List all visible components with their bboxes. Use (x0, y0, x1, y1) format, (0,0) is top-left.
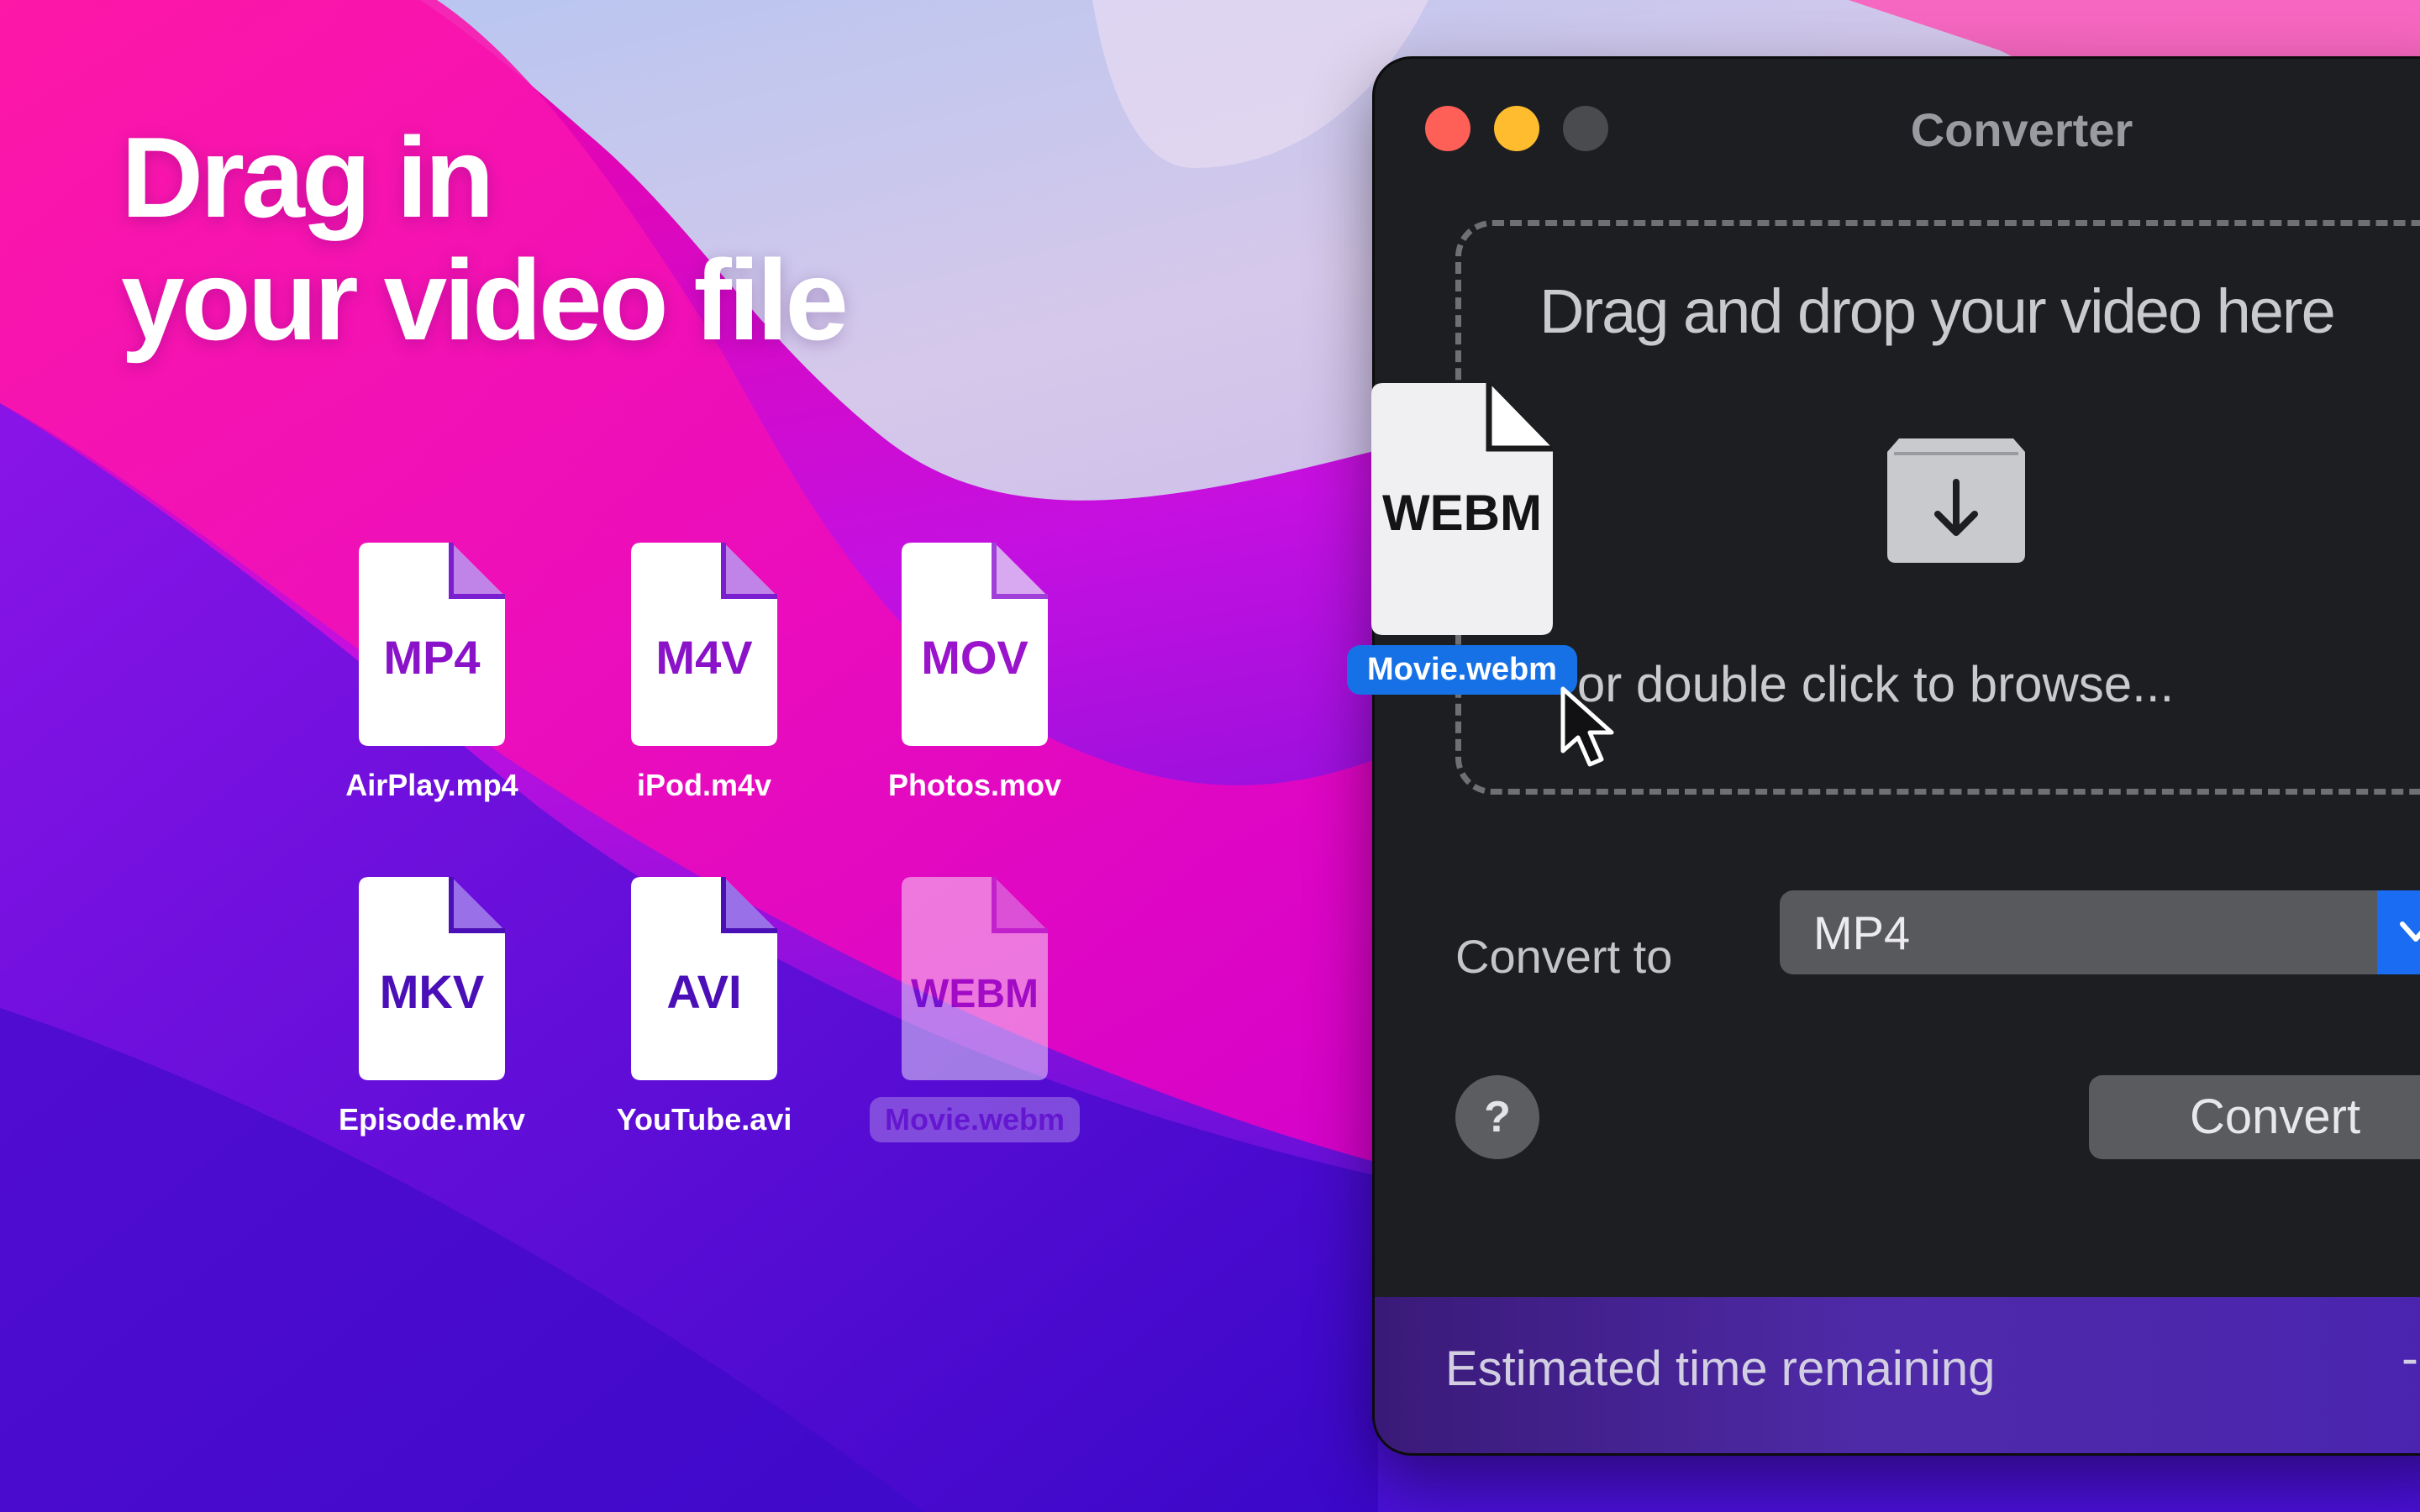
document-icon: AVI (631, 877, 777, 1080)
file-extension: MOV (921, 631, 1028, 684)
document-icon: WEBM (1371, 383, 1553, 635)
tray-download-icon (1887, 438, 2025, 567)
help-button[interactable]: ? (1455, 1075, 1539, 1159)
convert-button[interactable]: Convert (2089, 1075, 2420, 1159)
status-bar: Estimated time remaining - (1375, 1297, 2420, 1453)
file-name: Photos.mov (887, 768, 1061, 802)
drop-zone-title: Drag and drop your video here (1539, 276, 2336, 346)
dragging-file[interactable]: WEBM Movie.webm (1336, 383, 1588, 695)
select-arrow[interactable] (2377, 890, 2420, 974)
drop-zone-subtitle: or double click to browse... (1576, 656, 2175, 712)
status-value: - (2402, 1330, 2418, 1386)
chevron-down-icon (2400, 921, 2420, 942)
file-name: YouTube.avi (616, 1102, 792, 1137)
desktop-file-airplay[interactable]: MP4 AirPlay.mp4 (289, 543, 575, 808)
desktop-file-episode[interactable]: MKV Episode.mkv (289, 877, 575, 1142)
file-extension: WEBM (911, 972, 1039, 1016)
file-extension: MKV (379, 965, 485, 1018)
headline-line-1: Drag in (121, 113, 494, 241)
minimize-button[interactable] (1494, 106, 1539, 151)
close-button[interactable] (1425, 106, 1470, 151)
desktop-file-youtube[interactable]: AVI YouTube.avi (561, 877, 847, 1142)
document-icon: MKV (359, 877, 505, 1080)
desktop-file-ipod[interactable]: M4V iPod.m4v (561, 543, 847, 808)
format-select[interactable]: MP4 (1780, 890, 2420, 974)
document-icon: M4V (631, 543, 777, 746)
document-icon: MP4 (359, 543, 505, 746)
status-label: Estimated time remaining (1445, 1341, 1996, 1396)
headline: Drag in your video file (121, 113, 849, 364)
desktop-file-photos[interactable]: MOV Photos.mov (832, 543, 1118, 808)
dragging-file-name: Movie.webm (1347, 645, 1577, 695)
cursor-arrow-icon (1560, 686, 1614, 767)
file-name: AirPlay.mp4 (345, 768, 518, 802)
file-name: iPod.m4v (636, 768, 772, 802)
format-select-value: MP4 (1813, 906, 1911, 959)
window-title: Converter (1910, 103, 2133, 156)
file-extension: M4V (655, 631, 753, 684)
headline-line-2: your video file (121, 236, 849, 364)
document-icon: MOV (902, 543, 1048, 746)
desktop-file-movie-ghost[interactable]: WEBM Movie.webm (832, 877, 1118, 1142)
file-extension: WEBM (1382, 485, 1542, 541)
convert-to-label: Convert to (1455, 930, 1673, 983)
converter-window: Converter Drag and drop your video here … (1375, 59, 2420, 1453)
zoom-button[interactable] (1563, 106, 1608, 151)
document-icon: WEBM (902, 877, 1048, 1080)
file-name: Episode.mkv (338, 1102, 526, 1137)
file-name: Movie.webm (869, 1097, 1081, 1142)
file-extension: MP4 (383, 631, 481, 684)
convert-button-label: Convert (2190, 1089, 2361, 1144)
file-extension: AVI (666, 965, 742, 1018)
